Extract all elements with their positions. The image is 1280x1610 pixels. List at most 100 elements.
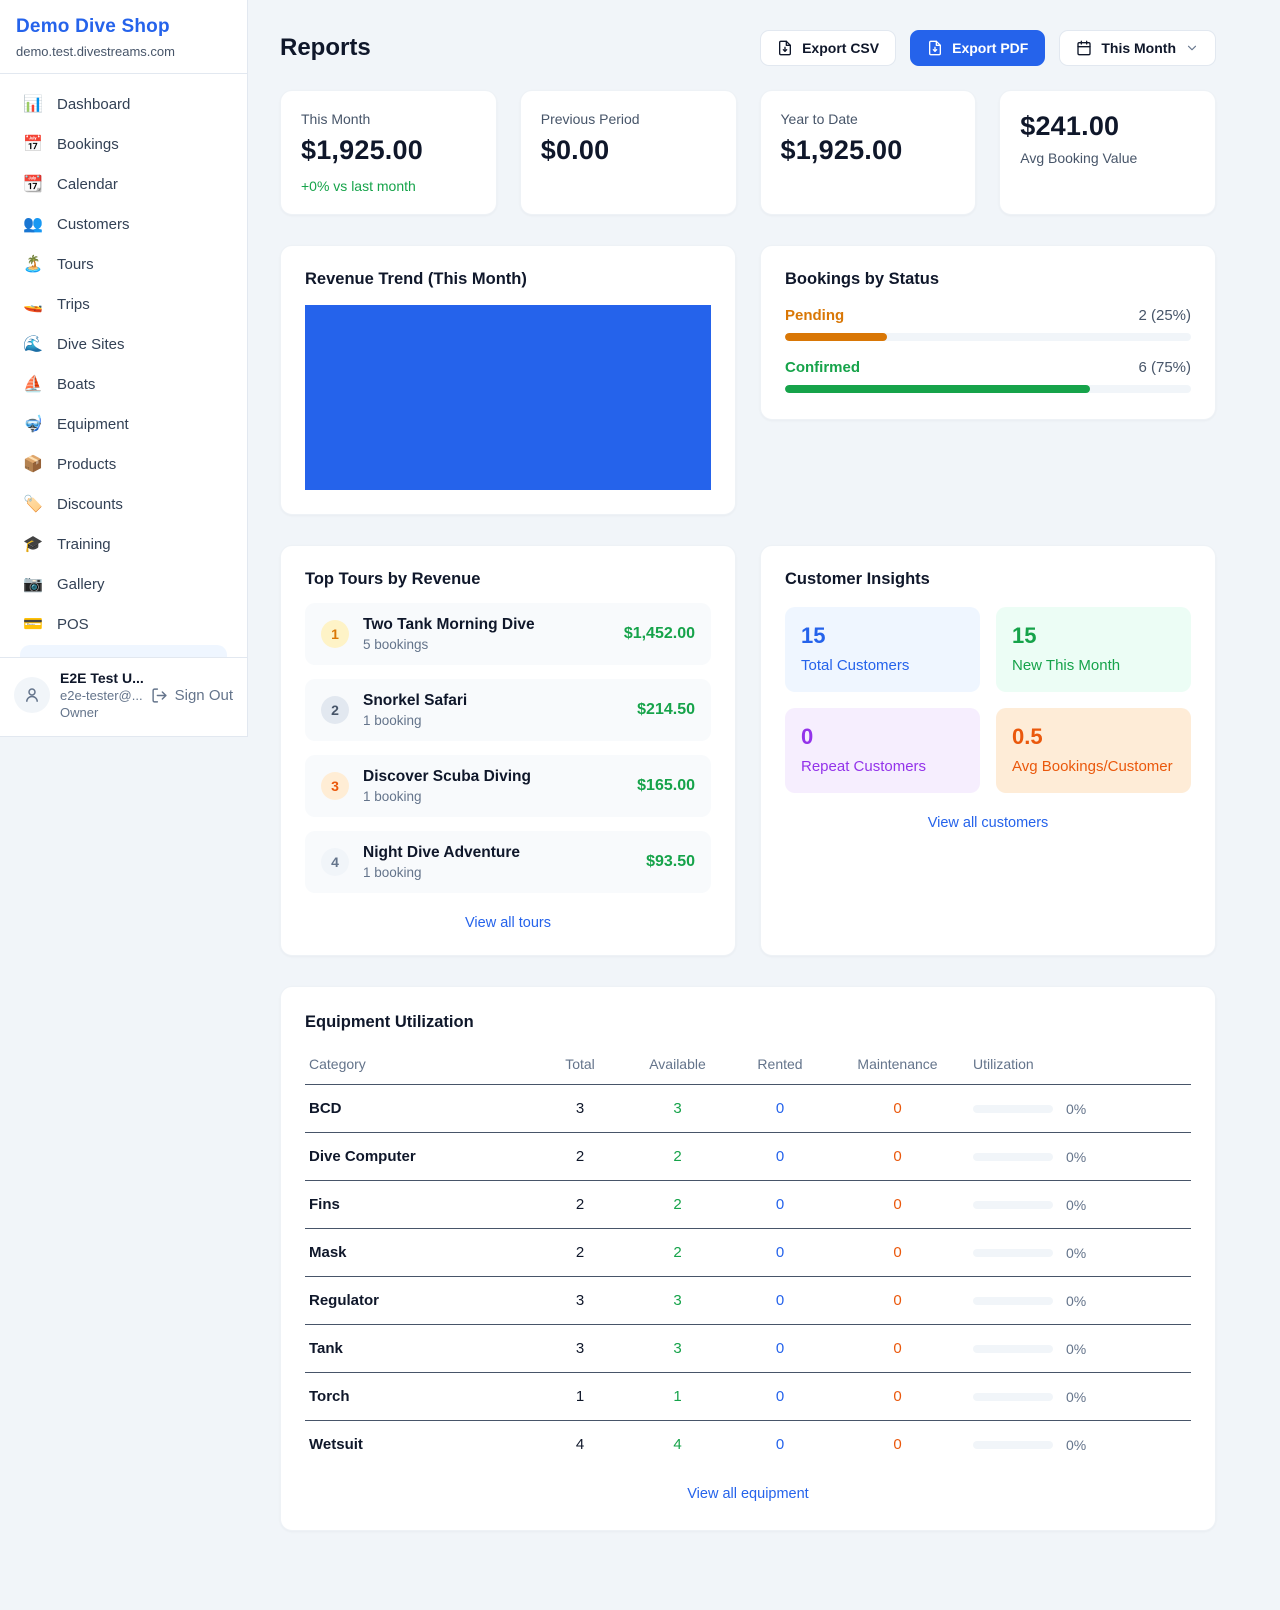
cell-utilization: 0% (965, 1277, 1191, 1325)
tour-revenue: $1,452.00 (624, 625, 695, 643)
period-select[interactable]: This Month (1059, 30, 1216, 66)
cell-rented: 0 (730, 1421, 830, 1469)
equipment-table: Category Total Available Rented Maintena… (305, 1050, 1191, 1468)
sidebar-item-discounts[interactable]: 🏷️ Discounts (10, 484, 237, 524)
utilization-pct: 0% (1066, 1101, 1086, 1117)
export-csv-button[interactable]: Export CSV (760, 30, 896, 66)
stat-value: $1,925.00 (781, 135, 956, 166)
file-download-icon (777, 40, 793, 56)
sign-out-label: Sign Out (175, 687, 233, 704)
insight-label: Repeat Customers (801, 758, 964, 775)
sidebar-item-training[interactable]: 🎓 Training (10, 524, 237, 564)
export-pdf-button[interactable]: Export PDF (910, 30, 1045, 66)
utilization-bar (973, 1249, 1053, 1257)
main-content: Reports Export CSV Export PDF (248, 0, 1280, 1531)
wave-icon: 🌊 (22, 334, 44, 354)
view-all-equipment-link[interactable]: View all equipment (305, 1486, 1191, 1502)
sidebar-item-label: Trips (57, 296, 90, 313)
status-bar-fill (785, 333, 887, 341)
export-pdf-label: Export PDF (952, 40, 1028, 56)
calendar-icon (1076, 40, 1092, 56)
col-total: Total (535, 1050, 625, 1085)
insight-value: 0 (801, 724, 964, 750)
col-maintenance: Maintenance (830, 1050, 965, 1085)
sidebar: Demo Dive Shop demo.test.divestreams.com… (0, 0, 248, 737)
cell-available: 3 (625, 1085, 730, 1133)
sidebar-item-label: Training (57, 536, 111, 553)
col-available: Available (625, 1050, 730, 1085)
sidebar-item-gallery[interactable]: 📷 Gallery (10, 564, 237, 604)
sidebar-item-trips[interactable]: 🚤 Trips (10, 284, 237, 324)
tour-list-item[interactable]: 1 Two Tank Morning Dive 5 bookings $1,45… (305, 603, 711, 665)
status-bar-fill (785, 385, 1090, 393)
status-bar-track (785, 385, 1191, 393)
sidebar-item-bookings[interactable]: 📅 Bookings (10, 124, 237, 164)
cell-rented: 0 (730, 1277, 830, 1325)
shop-domain: demo.test.divestreams.com (16, 44, 231, 59)
tour-revenue: $214.50 (637, 701, 695, 719)
cell-utilization: 0% (965, 1421, 1191, 1469)
cell-available: 2 (625, 1229, 730, 1277)
cell-maintenance: 0 (830, 1277, 965, 1325)
status-label: Pending (785, 307, 844, 324)
sidebar-item-dive-sites[interactable]: 🌊 Dive Sites (10, 324, 237, 364)
cell-utilization: 0% (965, 1325, 1191, 1373)
cell-maintenance: 0 (830, 1325, 965, 1373)
calendar-17-icon: 📅 (22, 134, 44, 154)
sidebar-item-calendar[interactable]: 📆 Calendar (10, 164, 237, 204)
sidebar-item-customers[interactable]: 👥 Customers (10, 204, 237, 244)
sidebar-item-boats[interactable]: ⛵ Boats (10, 364, 237, 404)
speedboat-icon: 🚤 (22, 294, 44, 314)
bookings-by-status-card: Bookings by Status Pending 2 (25%) Confi… (760, 245, 1216, 420)
sidebar-item-tours[interactable]: 🏝️ Tours (10, 244, 237, 284)
sidebar-item-label: Customers (57, 216, 130, 233)
sign-out-button[interactable]: Sign Out (151, 687, 233, 704)
cell-rented: 0 (730, 1133, 830, 1181)
utilization-bar (973, 1105, 1053, 1113)
utilization-bar (973, 1393, 1053, 1401)
period-label: This Month (1101, 40, 1176, 56)
sidebar-item-pos[interactable]: 💳 POS (10, 604, 237, 644)
insight-label: Total Customers (801, 657, 964, 674)
tour-bookings: 1 booking (363, 865, 520, 880)
equipment-utilization-card: Equipment Utilization Category Total Ava… (280, 986, 1216, 1531)
sidebar-item-label: Dive Sites (57, 336, 125, 353)
tour-name: Night Dive Adventure (363, 844, 520, 862)
island-icon: 🏝️ (22, 254, 44, 274)
cell-maintenance: 0 (830, 1421, 965, 1469)
sidebar-item-products[interactable]: 📦 Products (10, 444, 237, 484)
file-download-icon (927, 40, 943, 56)
tour-list-item[interactable]: 3 Discover Scuba Diving 1 booking $165.0… (305, 755, 711, 817)
revenue-trend-title: Revenue Trend (This Month) (305, 270, 711, 289)
utilization-bar (973, 1441, 1053, 1449)
sidebar-user-section: E2E Test U... e2e-tester@... Owner Sign … (0, 657, 247, 736)
cell-maintenance: 0 (830, 1229, 965, 1277)
camera-icon: 📷 (22, 574, 44, 594)
view-all-customers-link[interactable]: View all customers (785, 815, 1191, 831)
rank-badge: 4 (321, 848, 349, 876)
stat-card-previous-period: Previous Period $0.00 (520, 90, 737, 215)
cell-total: 3 (535, 1325, 625, 1373)
cell-category: Mask (305, 1229, 535, 1277)
sidebar-item-dashboard[interactable]: 📊 Dashboard (10, 84, 237, 124)
table-row: Mask 2 2 0 0 0% (305, 1229, 1191, 1277)
sidebar-item-active-partial[interactable] (20, 645, 227, 657)
status-label: Confirmed (785, 359, 860, 376)
cell-rented: 0 (730, 1373, 830, 1421)
table-row: Regulator 3 3 0 0 0% (305, 1277, 1191, 1325)
insight-value: 0.5 (1012, 724, 1175, 750)
tour-list-item[interactable]: 2 Snorkel Safari 1 booking $214.50 (305, 679, 711, 741)
insight-total-customers: 15 Total Customers (785, 607, 980, 692)
table-header-row: Category Total Available Rented Maintena… (305, 1050, 1191, 1085)
tour-bookings: 5 bookings (363, 637, 535, 652)
cell-category: Regulator (305, 1277, 535, 1325)
tour-list-item[interactable]: 4 Night Dive Adventure 1 booking $93.50 (305, 831, 711, 893)
cell-rented: 0 (730, 1181, 830, 1229)
col-category: Category (305, 1050, 535, 1085)
sidebar-item-equipment[interactable]: 🤿 Equipment (10, 404, 237, 444)
sidebar-item-label: Calendar (57, 176, 118, 193)
table-row: Tank 3 3 0 0 0% (305, 1325, 1191, 1373)
cell-utilization: 0% (965, 1085, 1191, 1133)
insight-value: 15 (1012, 623, 1175, 649)
view-all-tours-link[interactable]: View all tours (305, 915, 711, 931)
